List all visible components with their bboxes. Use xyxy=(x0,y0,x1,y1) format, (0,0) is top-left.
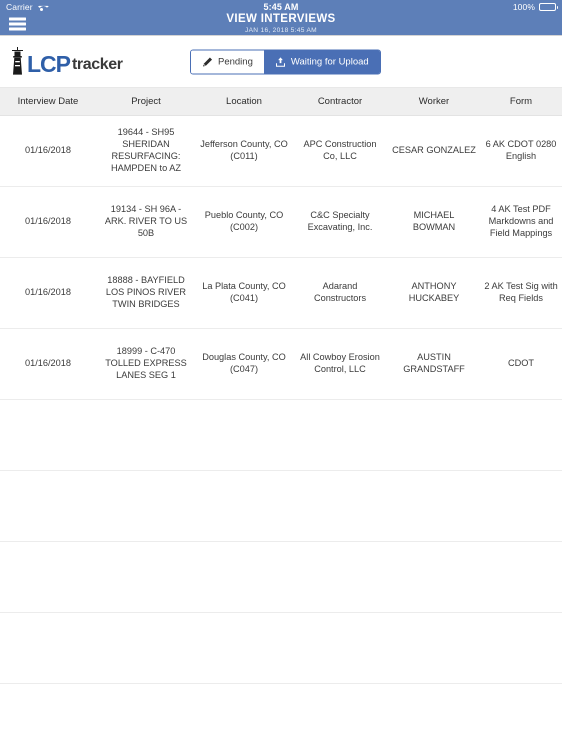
page-subtitle-timestamp: JAN 16, 2018 5:45 AM xyxy=(245,27,317,34)
column-header-interview-date[interactable]: Interview Date xyxy=(0,96,96,107)
column-header-location[interactable]: Location xyxy=(196,96,292,107)
cell-interview-date: 01/16/2018 xyxy=(25,287,71,298)
table-row[interactable]: 01/16/2018 18999 - C-470 TOLLED EXPRESS … xyxy=(0,329,562,400)
cell-location: Pueblo County, CO (C002) xyxy=(204,210,284,232)
table-row-empty xyxy=(0,542,562,613)
cell-project: 18888 - BAYFIELD LOS PINOS RIVER TWIN BR… xyxy=(105,275,187,309)
status-bar-right: 100% xyxy=(436,1,558,12)
wifi-icon xyxy=(37,3,46,11)
toolbar: LCP tracker Pending Waiting for Upload xyxy=(0,36,562,88)
cell-worker: CESAR GONZALEZ xyxy=(392,145,476,156)
table-row-empty xyxy=(0,613,562,684)
battery-percent-label: 100% xyxy=(512,1,535,12)
cell-location: Jefferson County, CO (C011) xyxy=(200,139,288,161)
tab-waiting-for-upload-label: Waiting for Upload xyxy=(290,56,369,67)
table-header-row: Interview Date Project Location Contract… xyxy=(0,88,562,116)
table-row-empty xyxy=(0,400,562,471)
cell-project: 18999 - C-470 TOLLED EXPRESS LANES SEG 1 xyxy=(105,346,187,380)
battery-full-icon xyxy=(539,2,558,11)
status-bar-clock: 5:45 AM xyxy=(263,1,299,12)
cell-location: Douglas County, CO (C047) xyxy=(202,352,286,374)
table-row[interactable]: 01/16/2018 18888 - BAYFIELD LOS PINOS RI… xyxy=(0,258,562,329)
column-header-contractor[interactable]: Contractor xyxy=(292,96,388,107)
cell-form: 6 AK CDOT 0280 English xyxy=(485,139,557,161)
table-row[interactable]: 01/16/2018 19134 - SH 96A - ARK. RIVER T… xyxy=(0,187,562,258)
hamburger-menu-icon[interactable] xyxy=(9,17,26,31)
cell-interview-date: 01/16/2018 xyxy=(25,145,71,156)
cell-worker: AUSTIN GRANDSTAFF xyxy=(403,352,465,374)
cell-contractor: All Cowboy Erosion Control, LLC xyxy=(300,352,380,374)
logo-text-primary: LCP xyxy=(27,50,71,77)
table-row-empty xyxy=(0,471,562,542)
lcptracker-logo: LCP tracker xyxy=(10,46,123,77)
carrier-label: Carrier xyxy=(6,1,33,12)
cell-contractor: Adarand Constructors xyxy=(313,281,367,303)
cell-project: 19134 - SH 96A - ARK. RIVER TO US 50B xyxy=(104,204,188,238)
cell-form: 4 AK Test PDF Markdowns and Field Mappin… xyxy=(488,204,554,238)
page-title: VIEW INTERVIEWS xyxy=(226,13,336,25)
cell-location: La Plata County, CO (C041) xyxy=(202,281,286,303)
cell-worker: MICHAEL BOWMAN xyxy=(412,210,456,232)
tab-waiting-for-upload[interactable]: Waiting for Upload xyxy=(263,50,380,73)
logo-text-secondary: tracker xyxy=(72,55,123,73)
nav-bar: VIEW INTERVIEWS JAN 16, 2018 5:45 AM xyxy=(0,13,562,36)
interviews-table: Interview Date Project Location Contract… xyxy=(0,88,562,750)
column-header-worker[interactable]: Worker xyxy=(388,96,480,107)
tab-pending[interactable]: Pending xyxy=(191,50,264,73)
column-header-form[interactable]: Form xyxy=(480,96,562,107)
status-filter-segmented-control[interactable]: Pending Waiting for Upload xyxy=(190,49,381,74)
status-bar: Carrier 5:45 AM 100% xyxy=(0,0,562,13)
upload-icon xyxy=(275,56,286,67)
cell-contractor: APC Construction Co, LLC xyxy=(303,139,377,161)
tab-pending-label: Pending xyxy=(218,56,253,67)
table-row[interactable]: 01/16/2018 19644 - SH95 SHERIDAN RESURFA… xyxy=(0,116,562,187)
cell-worker: ANTHONY HUCKABEY xyxy=(408,281,460,303)
cell-project: 19644 - SH95 SHERIDAN RESURFACING: HAMPD… xyxy=(111,127,181,173)
cell-interview-date: 01/16/2018 xyxy=(25,216,71,227)
column-header-project[interactable]: Project xyxy=(96,96,196,107)
status-bar-left: Carrier xyxy=(6,2,126,12)
pencil-icon xyxy=(202,56,213,67)
cell-interview-date: 01/16/2018 xyxy=(25,358,71,369)
cell-form: CDOT xyxy=(507,358,535,369)
table-row-empty xyxy=(0,684,562,750)
cell-contractor: C&C Specialty Excavating, Inc. xyxy=(307,210,373,232)
cell-form: 2 AK Test Sig with Req Fields xyxy=(484,281,558,303)
lighthouse-icon xyxy=(10,46,25,75)
